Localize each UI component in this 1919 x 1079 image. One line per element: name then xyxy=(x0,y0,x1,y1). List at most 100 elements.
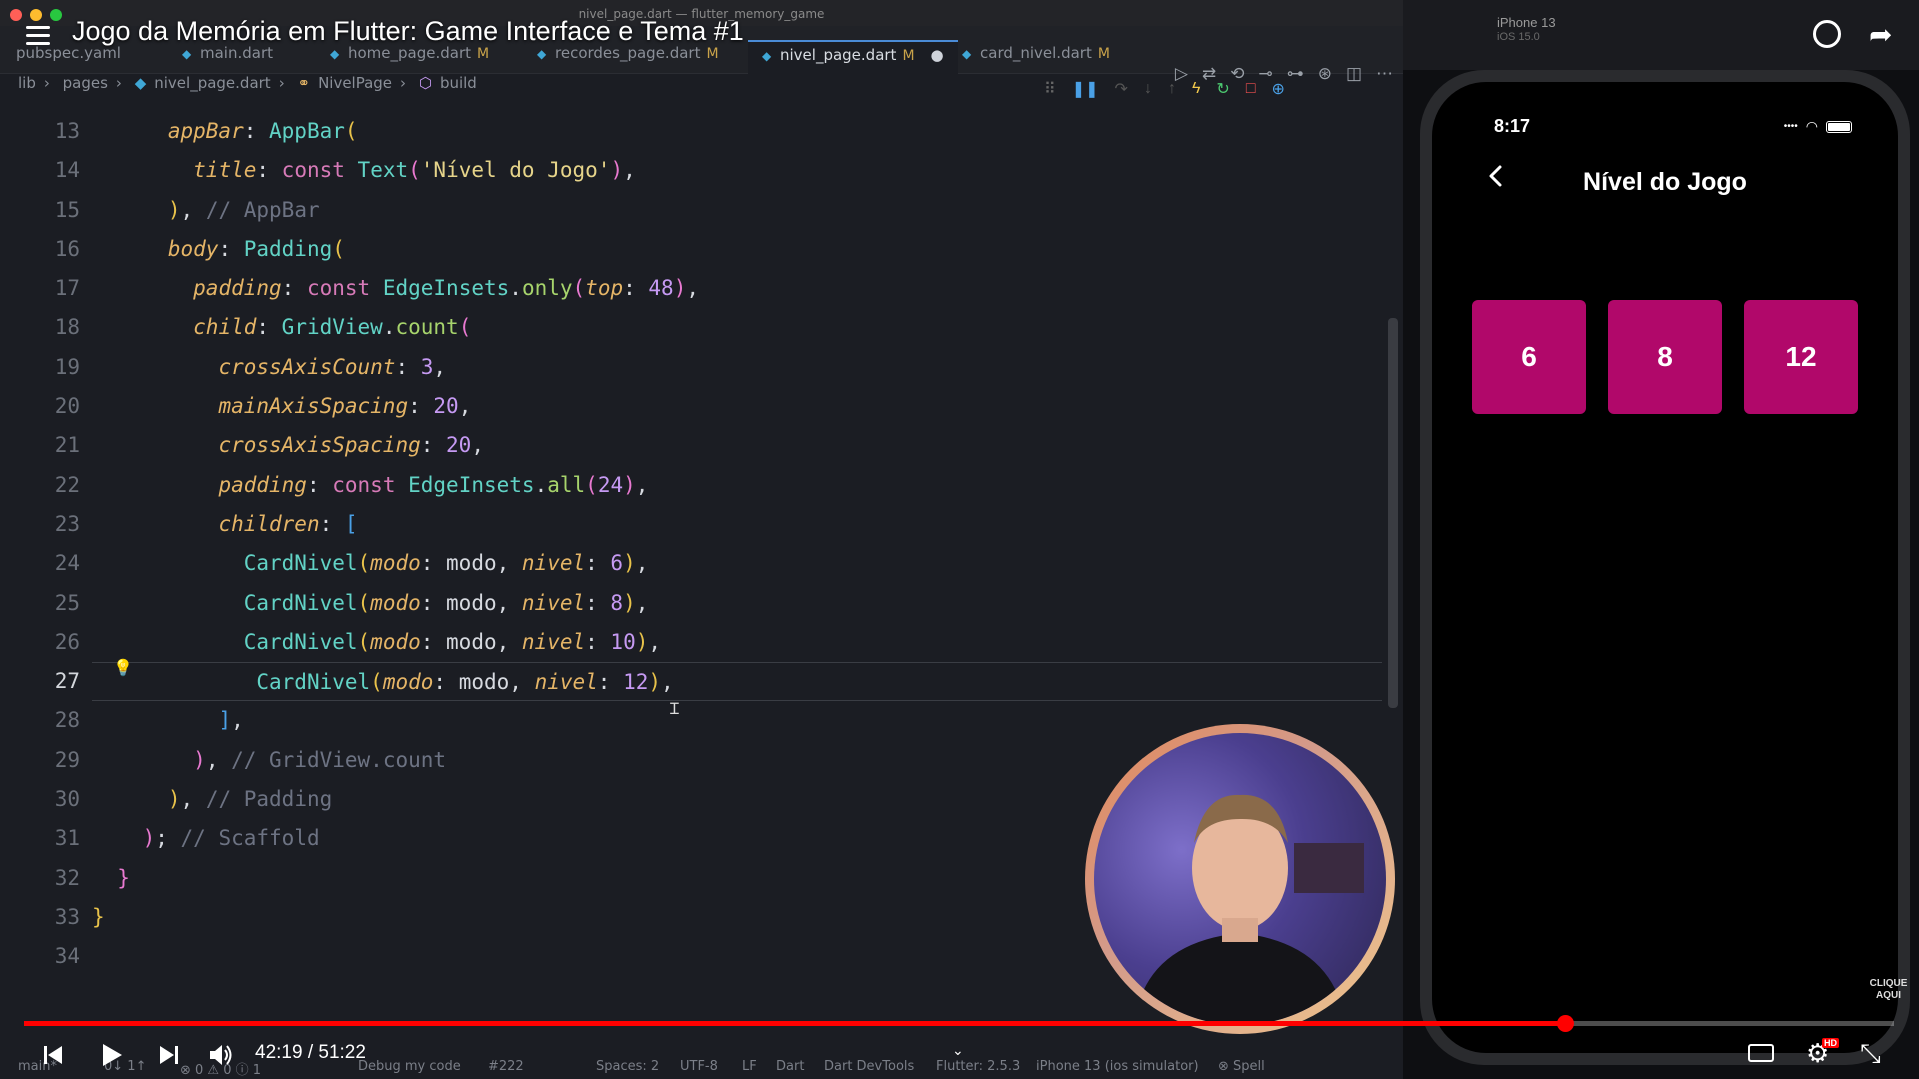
editor-scrollbar[interactable] xyxy=(1388,318,1398,708)
simulator-titlebar: iPhone 13 iOS 15.0 xyxy=(1403,0,1919,70)
hot-reload-icon[interactable]: ϟ xyxy=(1192,80,1200,98)
line-number: 29 xyxy=(54,747,80,772)
code-line-current[interactable]: CardNivel(modo: modo, nivel: 12), xyxy=(92,662,1382,702)
level-card[interactable]: 6 xyxy=(1472,300,1586,414)
line-number: 28 xyxy=(54,708,80,733)
chevron-right-icon: › xyxy=(115,74,122,92)
next-change-icon[interactable]: ⊶ xyxy=(1287,64,1304,84)
video-menu-icon[interactable] xyxy=(26,26,50,46)
breadcrumb-class[interactable]: NivelPage xyxy=(318,74,392,92)
step-into-icon[interactable]: ↓ xyxy=(1144,80,1152,98)
line-number-gutter: 13 14 15 16 17 18 19 20 21 22 23 24 25 26 27 28 29 30 31 32… xyxy=(0,112,80,977)
breadcrumb-lib[interactable]: lib xyxy=(18,74,36,92)
code-line[interactable]: appBar: AppBar( xyxy=(92,112,1382,151)
line-number: 19 xyxy=(54,354,80,379)
share-icon[interactable]: ➦ xyxy=(1869,18,1892,51)
tab-card-nivel[interactable]: ◆ card_nivel.dart M xyxy=(962,40,1110,74)
line-number: 18 xyxy=(54,315,80,340)
code-line[interactable]: CardNivel(modo: modo, nivel: 10), xyxy=(92,623,1382,662)
video-scrubber-handle[interactable] xyxy=(1557,1015,1574,1032)
phone-status-icons: •••• ◠ xyxy=(1784,118,1852,135)
step-out-icon[interactable]: ↑ xyxy=(1168,80,1176,98)
pause-icon[interactable]: ❚❚ xyxy=(1072,79,1099,99)
line-number: 34 xyxy=(54,944,80,969)
level-card[interactable]: 8 xyxy=(1608,300,1722,414)
close-window-button[interactable] xyxy=(10,9,22,21)
code-line[interactable]: title: const Text('Nível do Jogo'), xyxy=(92,151,1382,190)
modified-badge: M xyxy=(706,46,719,62)
level-card[interactable]: 12 xyxy=(1744,300,1858,414)
line-number: 17 xyxy=(54,276,80,301)
video-progress-bar[interactable] xyxy=(24,1015,1894,1032)
iphone-frame: 8:17 •••• ◠ Nível do Jogo 6 8 12 xyxy=(1420,70,1910,1065)
step-over-icon[interactable]: ↷ xyxy=(1115,79,1128,99)
volume-icon[interactable] xyxy=(208,1042,234,1068)
exit-fullscreen-icon[interactable]: ⤡ xyxy=(1860,1038,1881,1070)
code-line[interactable]: CardNivel(modo: modo, nivel: 8), xyxy=(92,584,1382,623)
breadcrumb: lib › pages › ◆ nivel_page.dart › ⚭ NivelPage… xyxy=(18,74,485,96)
chevron-right-icon: › xyxy=(43,74,50,92)
video-title: Jogo da Memória em Flutter: Game Interfa… xyxy=(72,16,744,46)
device-name: iPhone 13 xyxy=(1497,15,1556,30)
line-number: 16 xyxy=(54,236,80,261)
line-number: 15 xyxy=(54,197,80,222)
next-icon[interactable] xyxy=(158,1044,180,1066)
unsaved-dot-icon[interactable]: ● xyxy=(931,46,944,64)
line-number: 20 xyxy=(54,394,80,419)
code-line[interactable]: mainAxisSpacing: 20, xyxy=(92,387,1382,426)
code-line[interactable]: ), // AppBar xyxy=(92,191,1382,230)
debug-toolbar: ⠿ ❚❚ ↷ ↓ ↑ ϟ ↻ □ ⊕ xyxy=(1044,78,1285,100)
stop-icon[interactable]: □ xyxy=(1246,80,1256,98)
wifi-icon: ◠ xyxy=(1805,118,1818,134)
chevron-right-icon: › xyxy=(278,74,285,92)
breadcrumb-method[interactable]: build xyxy=(440,74,477,92)
line-number: 25 xyxy=(54,590,80,615)
code-line[interactable]: body: Padding( xyxy=(92,230,1382,269)
modified-badge: M xyxy=(902,48,915,64)
code-line[interactable]: crossAxisCount: 3, xyxy=(92,348,1382,387)
zoom-window-button[interactable] xyxy=(50,9,62,21)
clique-aqui-label[interactable]: CLIQUE AQUI xyxy=(1858,978,1919,1002)
code-line[interactable]: child: GridView.count( xyxy=(92,308,1382,347)
code-line[interactable]: CardNivel(modo: modo, nivel: 6), xyxy=(92,544,1382,583)
split-editor-icon[interactable]: ◫ xyxy=(1346,64,1362,84)
minimize-window-button[interactable] xyxy=(30,9,42,21)
line-number: 13 xyxy=(54,119,80,143)
previous-icon[interactable] xyxy=(42,1044,64,1066)
more-icon[interactable]: ⋯ xyxy=(1376,64,1393,84)
code-line[interactable]: children: [ xyxy=(92,505,1382,544)
presenter-video xyxy=(1094,733,1386,1025)
code-line[interactable]: padding: const EdgeInsets.all(24), xyxy=(92,466,1382,505)
code-line[interactable]: padding: const EdgeInsets.only(top: 48), xyxy=(92,269,1382,308)
code-line[interactable]: crossAxisSpacing: 20, xyxy=(92,426,1382,465)
chevron-down-icon[interactable]: ⌄ xyxy=(952,1042,964,1059)
dart-file-icon: ◆ xyxy=(962,47,972,61)
inspect-icon[interactable]: ⊕ xyxy=(1271,79,1284,99)
presenter-webcam xyxy=(1085,724,1395,1034)
line-number: 22 xyxy=(54,472,80,497)
line-number: 27 xyxy=(54,669,80,694)
restart-icon[interactable]: ↻ xyxy=(1216,79,1229,99)
drag-handle-icon[interactable]: ⠿ xyxy=(1044,79,1056,99)
phone-screen: 8:17 •••• ◠ Nível do Jogo 6 8 12 xyxy=(1432,82,1898,1053)
tab-nivel-page[interactable]: ◆ nivel_page.dart M ● xyxy=(748,40,958,74)
device-os: iOS 15.0 xyxy=(1497,31,1540,43)
line-number: 23 xyxy=(54,511,80,536)
tab-label: nivel_page.dart xyxy=(780,46,897,64)
line-number: 33 xyxy=(54,904,80,929)
modified-badge: M xyxy=(1097,46,1110,62)
signal-icon: •••• xyxy=(1783,121,1798,132)
lightbulb-icon[interactable]: 💡 xyxy=(113,658,133,677)
watch-later-icon[interactable] xyxy=(1813,20,1841,48)
subtitles-icon[interactable] xyxy=(1748,1044,1774,1062)
line-number: 26 xyxy=(54,629,80,654)
dart-file-icon: ◆ xyxy=(762,49,772,63)
text-cursor-icon: Ɪ xyxy=(670,701,679,718)
breadcrumb-pages[interactable]: pages xyxy=(63,74,108,92)
breadcrumb-file[interactable]: nivel_page.dart xyxy=(154,74,270,92)
chevron-right-icon: › xyxy=(400,74,407,92)
devtools-icon[interactable]: ⊛ xyxy=(1318,64,1332,84)
play-icon[interactable] xyxy=(100,1042,124,1068)
line-number: 30 xyxy=(54,787,80,812)
phone-notch xyxy=(1582,82,1762,118)
